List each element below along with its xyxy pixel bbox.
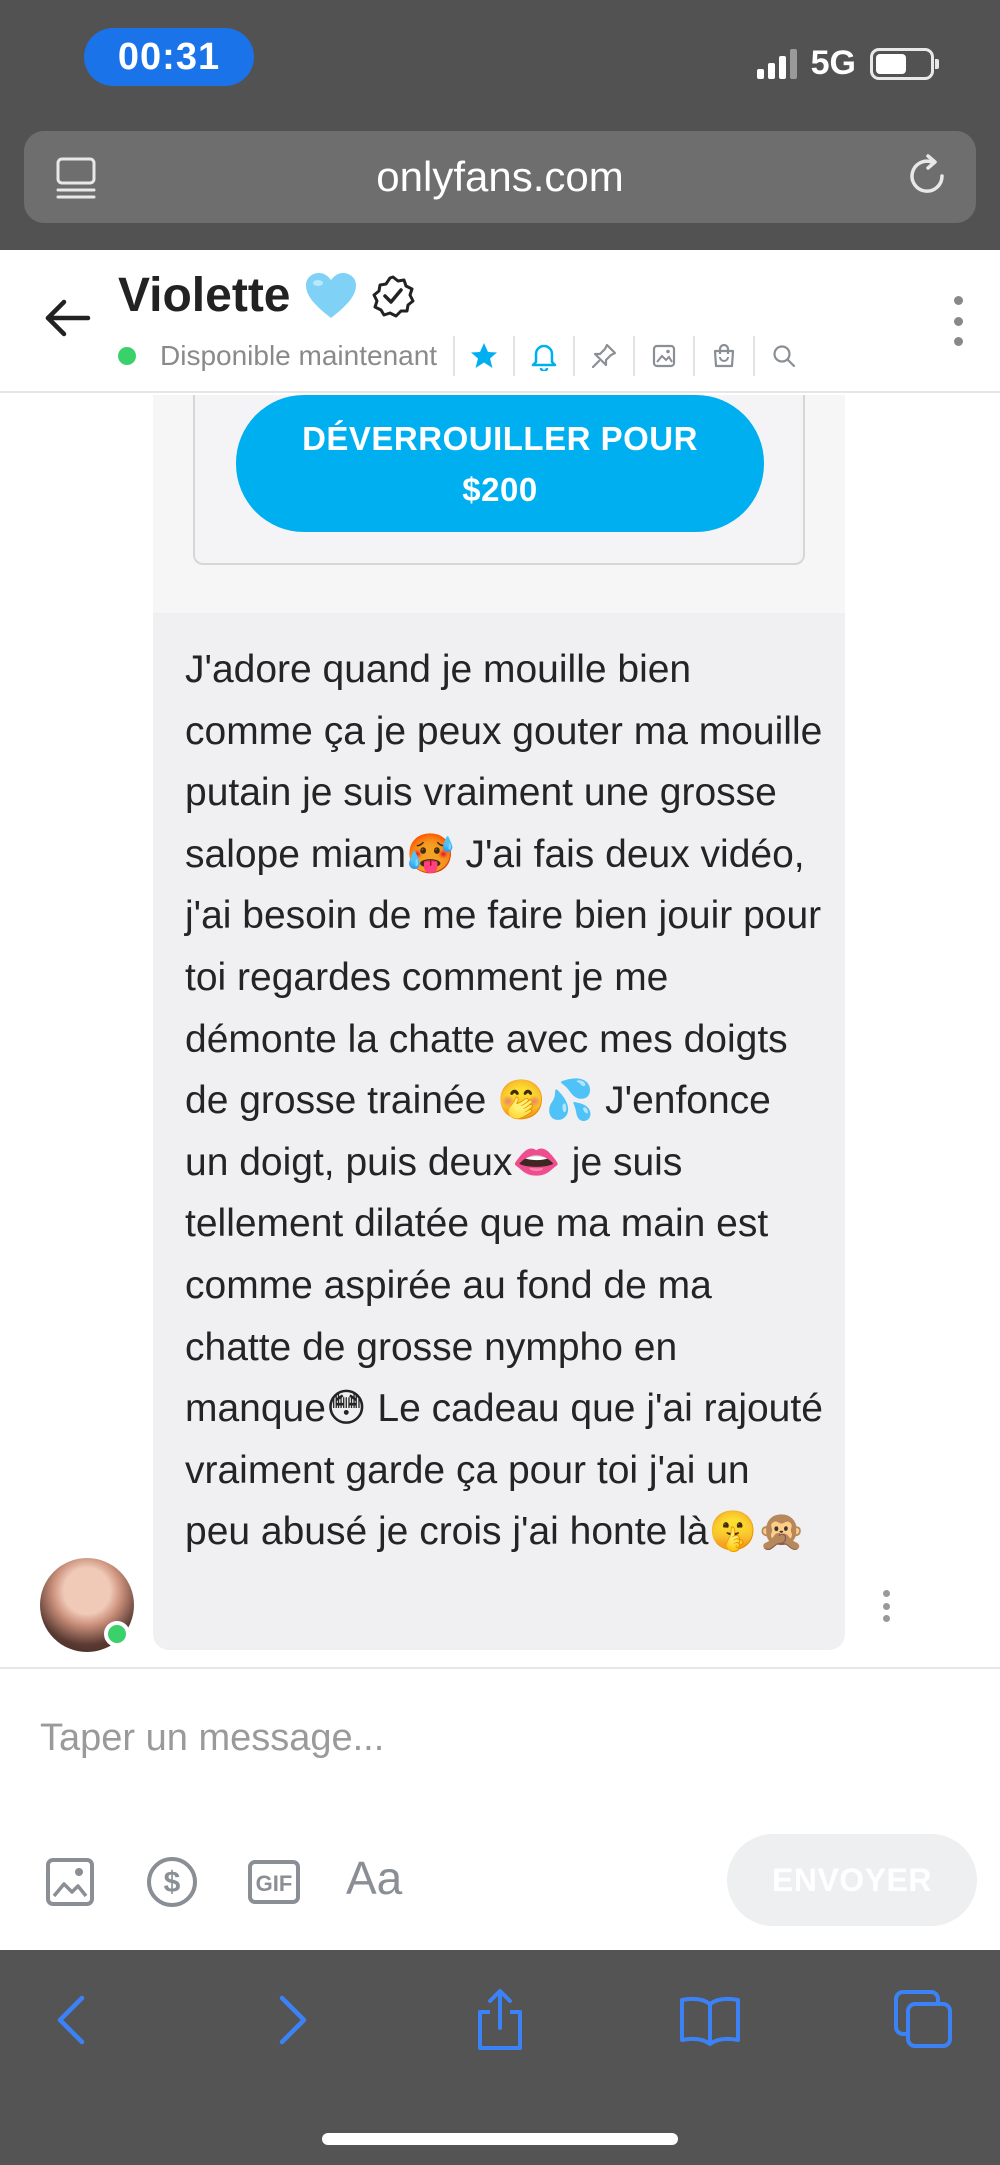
dollar-icon[interactable]: $ <box>144 1854 200 1910</box>
signal-icon <box>756 48 797 79</box>
more-options-icon[interactable] <box>946 296 970 346</box>
chat-header: Violette Disponible maintenant <box>0 250 1000 393</box>
contact-name[interactable]: Violette <box>118 268 291 323</box>
forward-icon[interactable] <box>258 1988 322 2052</box>
svg-text:$: $ <box>164 1866 181 1899</box>
reload-icon[interactable] <box>902 151 952 201</box>
message-input[interactable]: Taper un message... <box>40 1717 384 1760</box>
message-list[interactable]: DÉVERROUILLER POUR $200 J'adore quand je… <box>0 395 1000 1667</box>
contact-status-row: Disponible maintenant <box>118 336 813 376</box>
image-icon[interactable] <box>633 336 693 376</box>
network-label: 5G <box>810 44 856 82</box>
bookmarks-icon[interactable] <box>678 1988 742 2052</box>
browser-top-bar: 00:31 5G onlyfans.com <box>0 0 1000 250</box>
unlock-button-price: $200 <box>462 470 538 508</box>
svg-text:GIF: GIF <box>256 1871 293 1896</box>
bell-icon[interactable] <box>513 336 573 376</box>
back-arrow-icon[interactable] <box>40 290 96 346</box>
image-icon[interactable] <box>42 1854 98 1910</box>
unlock-button-label: DÉVERROUILLER POUR <box>302 419 698 457</box>
home-indicator[interactable] <box>322 2133 678 2145</box>
send-button[interactable]: ENVOYER <box>727 1834 977 1926</box>
online-indicator <box>118 347 136 365</box>
url-text: onlyfans.com <box>376 153 624 200</box>
status-time: 00:31 <box>84 28 254 86</box>
light-blue-heart-icon <box>305 272 356 318</box>
pin-icon[interactable] <box>573 336 633 376</box>
availability-text: Disponible maintenant <box>160 340 438 371</box>
star-icon[interactable] <box>453 336 513 376</box>
contact-name-row[interactable]: Violette <box>118 268 415 323</box>
verified-badge-icon <box>372 275 414 317</box>
text-format-icon[interactable]: Aa <box>346 1851 402 1905</box>
gif-icon[interactable]: GIF <box>246 1854 302 1910</box>
message-composer: Taper un message... $ GIF Aa ENVOYER <box>0 1667 1000 1950</box>
page-menu-icon[interactable] <box>52 153 100 201</box>
tabs-icon[interactable] <box>892 1988 956 2052</box>
address-bar[interactable]: onlyfans.com <box>24 131 976 223</box>
avatar-online-indicator <box>104 1621 130 1647</box>
unlock-button[interactable]: DÉVERROUILLER POUR $200 <box>236 395 764 532</box>
battery-icon <box>870 47 939 80</box>
share-icon[interactable] <box>468 1988 532 2052</box>
back-icon[interactable] <box>42 1988 106 2052</box>
status-indicators: 5G <box>756 44 939 83</box>
message-bubble: DÉVERROUILLER POUR $200 J'adore quand je… <box>153 395 845 1650</box>
message-text: J'adore quand je mouille bien comme ça j… <box>185 648 823 1554</box>
search-icon[interactable] <box>753 336 813 376</box>
message-options-icon[interactable] <box>881 1590 891 1622</box>
bag-icon[interactable] <box>693 336 753 376</box>
